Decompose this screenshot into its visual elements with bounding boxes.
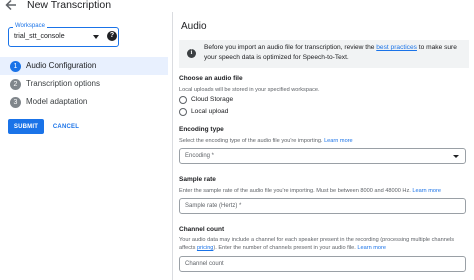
encoding-select[interactable]: Encoding *: [179, 148, 466, 164]
audio-config-pane: Audio i Before you import an audio file …: [173, 16, 474, 280]
app-header: New Transcription: [0, 0, 474, 16]
channel-count-description-text-2: ). Enter the number of channels present …: [213, 245, 356, 251]
sample-rate-placeholder: Sample rate (Hertz) *: [185, 203, 242, 209]
channel-count-input[interactable]: Channel count: [179, 256, 466, 272]
step-audio-configuration[interactable]: 1 Audio Configuration: [0, 57, 168, 75]
page-title: New Transcription: [27, 0, 112, 11]
channel-count-learn-more-link[interactable]: Learn more: [357, 245, 386, 251]
radio-label: Cloud Storage: [191, 96, 234, 103]
info-text: Before you import an audio file for tran…: [204, 43, 466, 63]
chevron-down-icon[interactable]: [93, 35, 99, 39]
arrow-back-icon[interactable]: [5, 0, 17, 12]
step-label: Model adaptation: [26, 97, 88, 106]
encoding-label: Encoding type: [179, 126, 224, 133]
sample-rate-description: Enter the sample rate of the audio file …: [179, 187, 467, 195]
step-transcription-options[interactable]: 2 Transcription options: [0, 75, 168, 93]
step-number: 3: [10, 97, 21, 108]
workspace-label: Workspace: [13, 23, 47, 30]
encoding-description: Select the encoding type of the audio fi…: [179, 137, 467, 145]
file-section-description: Local uploads will be stored in your spe…: [179, 87, 320, 93]
radio-button[interactable]: [179, 108, 187, 116]
file-section-label: Choose an audio file: [179, 75, 243, 82]
channel-count-placeholder: Channel count: [185, 261, 224, 267]
step-model-adaptation[interactable]: 3 Model adaptation: [0, 93, 168, 111]
channel-count-description: Your audio data may include a channel fo…: [179, 236, 467, 252]
cancel-button[interactable]: CANCEL: [48, 119, 84, 134]
info-banner: i Before you import an audio file for tr…: [179, 40, 469, 68]
channel-count-label: Channel count: [179, 226, 225, 233]
encoding-learn-more-link[interactable]: Learn more: [324, 138, 353, 144]
section-title: Audio: [181, 21, 207, 32]
banner-text-before: Before you import an audio file for tran…: [204, 44, 377, 51]
workspace-select[interactable]: Workspace trial_stt_console ?: [8, 23, 119, 47]
sample-rate-label: Sample rate: [179, 176, 216, 183]
best-practices-link[interactable]: best practices: [376, 44, 417, 51]
workspace-value: trial_stt_console: [14, 33, 65, 40]
encoding-placeholder: Encoding *: [185, 153, 215, 159]
help-icon[interactable]: ?: [107, 31, 117, 41]
sample-rate-input[interactable]: Sample rate (Hertz) *: [179, 198, 466, 214]
sample-rate-description-text: Enter the sample rate of the audio file …: [179, 188, 411, 194]
chevron-down-icon[interactable]: [453, 155, 459, 158]
left-pane: Workspace trial_stt_console ? 1 Audio Co…: [0, 16, 172, 280]
step-number: 1: [10, 61, 21, 72]
radio-label: Local upload: [191, 108, 229, 115]
step-label: Transcription options: [26, 79, 100, 88]
submit-button[interactable]: SUBMIT: [8, 119, 44, 134]
radio-button[interactable]: [179, 96, 187, 104]
step-number: 2: [10, 79, 21, 90]
info-icon: i: [187, 49, 196, 58]
encoding-description-text: Select the encoding type of the audio fi…: [179, 138, 323, 144]
pricing-link[interactable]: pricing: [197, 245, 213, 251]
sample-rate-learn-more-link[interactable]: Learn more: [412, 188, 441, 194]
step-label: Audio Configuration: [26, 61, 97, 70]
